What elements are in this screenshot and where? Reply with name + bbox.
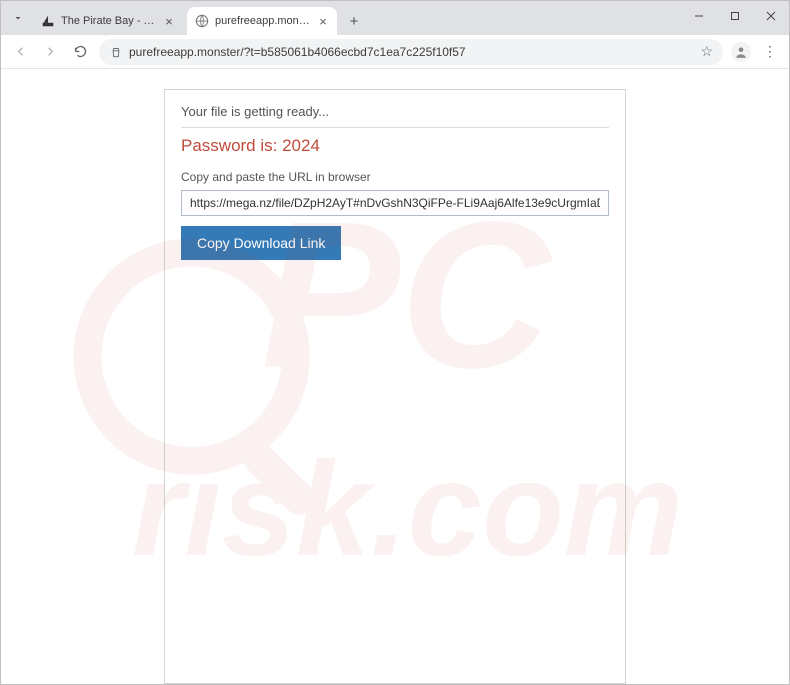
chrome-menu-button[interactable]: ⋮ <box>759 43 781 60</box>
close-tab-icon[interactable]: × <box>163 15 175 27</box>
profile-avatar[interactable] <box>731 42 751 62</box>
tab-title: The Pirate Bay - The galaxy's m <box>61 15 159 27</box>
maximize-button[interactable] <box>717 1 753 31</box>
download-url-field[interactable] <box>181 190 609 216</box>
site-settings-icon[interactable] <box>109 45 123 59</box>
browser-window: The Pirate Bay - The galaxy's m × purefr… <box>1 1 789 684</box>
browser-tab-pirate-bay[interactable]: The Pirate Bay - The galaxy's m × <box>33 7 183 35</box>
password-label: Password is: 2024 <box>181 136 609 156</box>
window-controls <box>681 1 789 31</box>
close-window-button[interactable] <box>753 1 789 31</box>
back-button[interactable] <box>9 41 31 63</box>
tab-strip: The Pirate Bay - The galaxy's m × purefr… <box>1 1 789 35</box>
globe-favicon-icon <box>195 14 209 28</box>
minimize-button[interactable] <box>681 1 717 31</box>
copy-download-link-button[interactable]: Copy Download Link <box>181 226 341 260</box>
download-panel: Your file is getting ready... Password i… <box>164 89 626 684</box>
tab-title: purefreeapp.monster/?t=b585 <box>215 15 313 27</box>
instruction-text: Copy and paste the URL in browser <box>181 170 609 184</box>
url-input[interactable] <box>129 45 694 59</box>
reload-button[interactable] <box>69 41 91 63</box>
close-tab-icon[interactable]: × <box>317 15 329 27</box>
page-content: Your file is getting ready... Password i… <box>1 69 789 684</box>
browser-tab-purefreeapp[interactable]: purefreeapp.monster/?t=b585 × <box>187 7 337 35</box>
tab-search-button[interactable] <box>7 4 29 32</box>
forward-button[interactable] <box>39 41 61 63</box>
pirate-bay-favicon-icon <box>41 14 55 28</box>
omnibox[interactable]: ☆ <box>99 39 723 65</box>
address-bar: ☆ ⋮ <box>1 35 789 69</box>
bookmark-star-icon[interactable]: ☆ <box>700 43 713 60</box>
panel-title: Your file is getting ready... <box>181 104 609 128</box>
new-tab-button[interactable]: + <box>341 8 367 34</box>
